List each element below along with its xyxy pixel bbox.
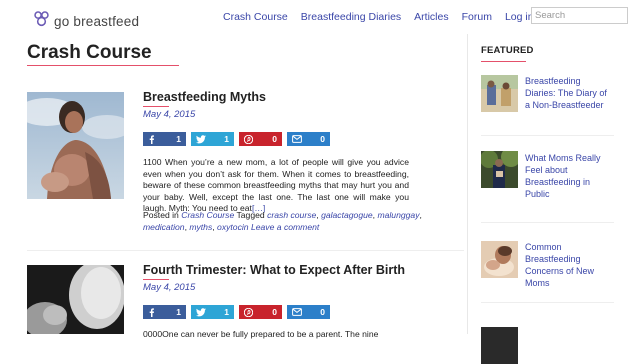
share-buttons: 1 1 0 0 (143, 305, 335, 319)
facebook-share-count: 1 (176, 134, 181, 144)
title-underline (27, 65, 179, 66)
featured-item-link[interactable]: What Moms Really Feel about Breastfeedin… (525, 152, 613, 200)
title-underline (143, 279, 169, 280)
twitter-share-count: 1 (224, 307, 229, 317)
twitter-share-button[interactable]: 1 (191, 132, 234, 146)
logo-text: go breastfeed (54, 13, 140, 29)
email-share-count: 0 (320, 134, 325, 144)
featured-item-thumbnail[interactable] (481, 241, 518, 278)
featured-heading: FEATURED (481, 45, 534, 56)
nav-breastfeeding-diaries[interactable]: Breastfeeding Diaries (301, 11, 401, 23)
search-input[interactable] (531, 7, 628, 24)
post-date[interactable]: May 4, 2015 (143, 282, 195, 293)
tag-link[interactable]: medication (143, 222, 185, 232)
pinterest-share-count: 0 (272, 307, 277, 317)
pinterest-icon (244, 134, 253, 144)
tag-link[interactable]: crash course (267, 210, 316, 220)
site-header: go breastfeed Crash Course Breastfeeding… (0, 0, 640, 34)
post-meta: Posted in Crash Course Tagged crash cour… (143, 210, 422, 232)
featured-separator (481, 135, 614, 136)
nav-articles[interactable]: Articles (414, 11, 448, 23)
facebook-icon (148, 307, 155, 317)
email-icon (292, 308, 302, 316)
post-date[interactable]: May 4, 2015 (143, 109, 195, 120)
twitter-share-button[interactable]: 1 (191, 305, 234, 319)
post-excerpt: 0000One can never be fully prepared to b… (143, 329, 379, 339)
twitter-icon (196, 307, 206, 317)
pinterest-share-button[interactable]: 0 (239, 305, 282, 319)
twitter-share-count: 1 (224, 134, 229, 144)
posted-in-label: Posted in (143, 210, 179, 220)
email-share-button[interactable]: 0 (287, 132, 330, 146)
tag-link[interactable]: malunggay (377, 210, 419, 220)
post-separator (27, 250, 464, 251)
post-excerpt-text: 1100 When you’re a new mom, a lot of peo… (143, 157, 409, 213)
facebook-icon (148, 134, 155, 144)
leave-comment-link[interactable]: Leave a comment (251, 222, 319, 232)
pinterest-share-count: 0 (272, 134, 277, 144)
title-underline (143, 106, 169, 107)
featured-item-thumbnail[interactable] (481, 151, 518, 188)
page-title: Crash Course (27, 42, 152, 63)
tag-link[interactable]: galactagogue (321, 210, 373, 220)
post-excerpt: 1100 When you’re a new mom, a lot of peo… (143, 157, 409, 215)
featured-separator (481, 302, 614, 303)
pinterest-icon (244, 307, 253, 317)
logo-icon (33, 10, 50, 32)
facebook-share-button[interactable]: 1 (143, 305, 186, 319)
featured-item-link[interactable]: Common Breastfeeding Concerns of New Mom… (525, 241, 613, 289)
facebook-share-count: 1 (176, 307, 181, 317)
category-link[interactable]: Crash Course (181, 210, 234, 220)
nav-forum[interactable]: Forum (462, 11, 492, 23)
featured-item-link[interactable]: Breastfeeding Diaries: The Diary of a No… (525, 75, 613, 111)
tagged-label: Tagged (236, 210, 265, 220)
facebook-share-button[interactable]: 1 (143, 132, 186, 146)
email-icon (292, 135, 302, 143)
tag-link[interactable]: oxytocin (217, 222, 249, 232)
featured-separator (481, 222, 614, 223)
share-buttons: 1 1 0 0 (143, 132, 335, 146)
featured-underline (481, 61, 526, 62)
sidebar-divider (467, 34, 468, 334)
tag-link[interactable]: myths (189, 222, 212, 232)
post-title[interactable]: Fourth Trimester: What to Expect After B… (143, 263, 405, 277)
email-share-button[interactable]: 0 (287, 305, 330, 319)
site-logo[interactable]: go breastfeed (33, 10, 139, 32)
twitter-icon (196, 134, 206, 144)
email-share-count: 0 (320, 307, 325, 317)
post-thumbnail[interactable] (27, 92, 124, 199)
post-thumbnail[interactable] (27, 265, 124, 334)
post-title[interactable]: Breastfeeding Myths (143, 90, 266, 104)
nav-crash-course[interactable]: Crash Course (223, 11, 288, 23)
pinterest-share-button[interactable]: 0 (239, 132, 282, 146)
featured-item-thumbnail[interactable] (481, 75, 518, 112)
featured-item-thumbnail[interactable] (481, 327, 518, 364)
